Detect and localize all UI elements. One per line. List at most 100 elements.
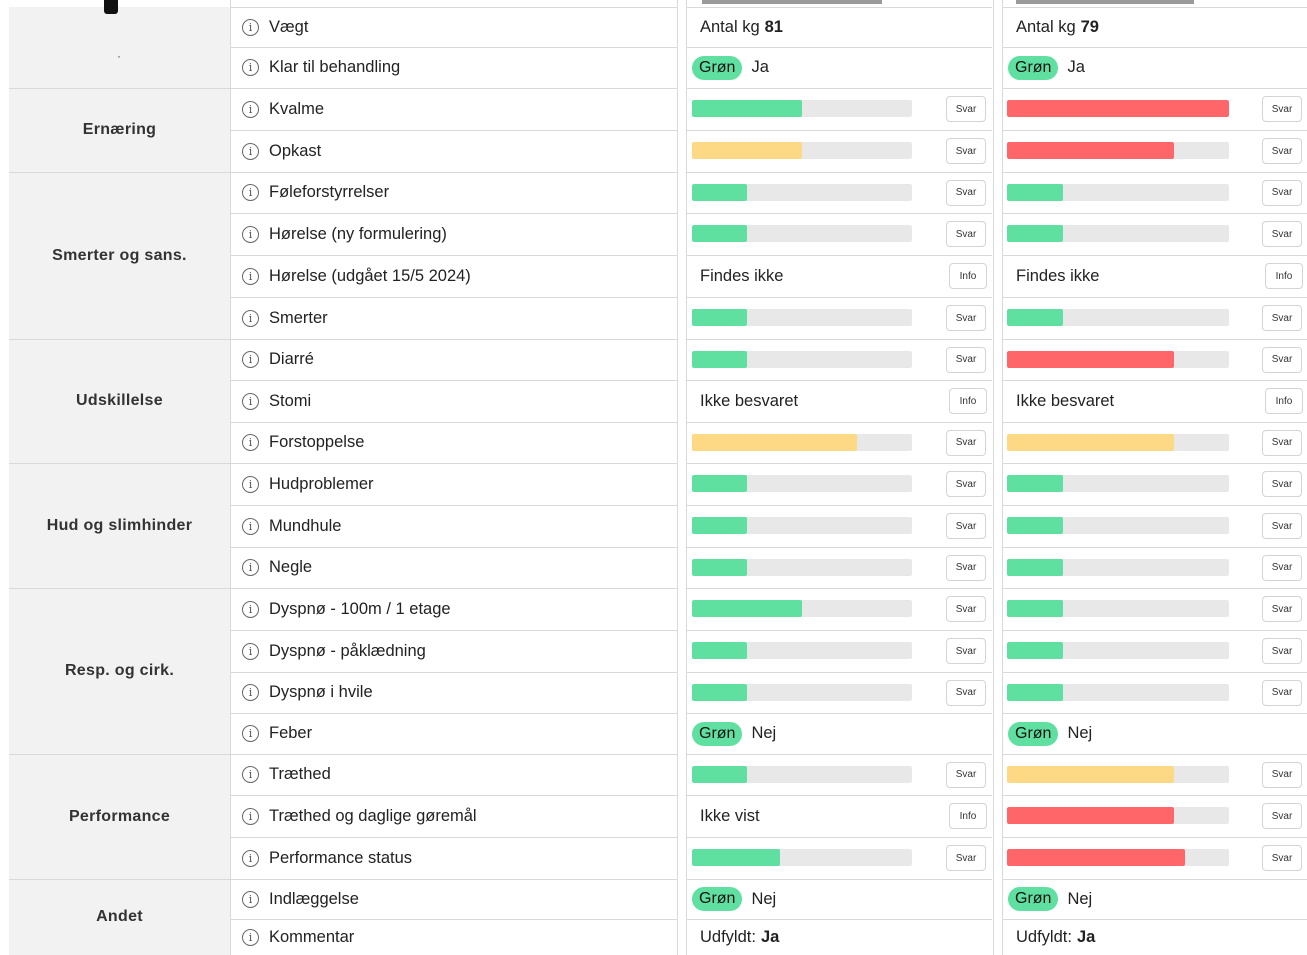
status-text: Ja [751, 58, 769, 76]
answer-button[interactable]: Svar [946, 471, 986, 497]
info-icon[interactable]: i [242, 351, 259, 368]
answer-button[interactable]: Svar [1262, 429, 1302, 456]
answer-button[interactable]: Svar [1262, 96, 1302, 122]
value-cell: Findes ikke [687, 255, 932, 297]
answer-button[interactable]: Svar [1262, 596, 1302, 622]
severity-bar [1007, 433, 1229, 451]
severity-bar [692, 517, 912, 534]
severity-bar-fill [692, 475, 747, 492]
row-divider [687, 213, 992, 214]
info-icon[interactable]: i [242, 225, 259, 243]
answer-button[interactable]: Svar [946, 761, 986, 788]
answer-button[interactable]: Svar [946, 638, 986, 664]
info-icon[interactable]: i [242, 517, 259, 535]
row-divider [687, 463, 992, 464]
status-badge: Grøn [1008, 721, 1059, 746]
value-cell: Udfyldt: Ja [687, 919, 932, 955]
info-icon[interactable]: i [242, 725, 259, 742]
info-icon[interactable]: i [242, 434, 259, 451]
row-label-cell: i Træthed [231, 754, 677, 795]
answer-button[interactable]: Svar [946, 346, 986, 373]
info-icon[interactable]: i [242, 392, 259, 410]
info-icon[interactable]: i [242, 142, 259, 160]
category-divider [9, 588, 230, 589]
answer-button[interactable]: Svar [946, 429, 986, 456]
info-button[interactable]: Info [949, 388, 987, 414]
row-label: Opkast [269, 141, 322, 160]
info-icon[interactable]: i [242, 18, 259, 36]
column-divider [1002, 0, 1003, 955]
row-label: Føleforstyrrelser [269, 183, 390, 201]
answer-button[interactable]: Svar [946, 679, 986, 706]
category-label: Ernæring [82, 121, 157, 138]
severity-bar-fill [1007, 100, 1229, 117]
info-icon[interactable]: i [242, 890, 259, 908]
value-prefix: Antal kg [1016, 17, 1076, 36]
answer-button[interactable]: Svar [1262, 305, 1302, 331]
weight-value: 79 [1080, 17, 1099, 36]
answer-button[interactable]: Svar [1262, 346, 1302, 373]
row-divider [687, 672, 992, 673]
info-icon[interactable]: i [242, 766, 259, 783]
info-icon[interactable]: i [242, 807, 259, 825]
answer-button[interactable]: Svar [946, 596, 986, 622]
info-button[interactable]: Info [1265, 263, 1303, 289]
status-badge: Grøn [692, 55, 743, 80]
row-label-cell: i Smerter [231, 297, 677, 339]
info-icon[interactable]: i [242, 642, 259, 660]
severity-bar [692, 683, 912, 701]
answer-button[interactable]: Svar [1262, 761, 1302, 788]
answer-button[interactable]: Svar [946, 305, 986, 331]
answer-button[interactable]: Svar [1262, 138, 1302, 164]
answer-button[interactable]: Svar [1262, 554, 1302, 581]
answer-button[interactable]: Svar [1262, 179, 1302, 206]
row-divider [1003, 130, 1307, 131]
answer-button[interactable]: Svar [1262, 513, 1302, 539]
severity-bar [692, 475, 912, 492]
answer-button[interactable]: Svar [946, 179, 986, 206]
answer-button[interactable]: Svar [1262, 679, 1302, 706]
info-button[interactable]: Info [949, 803, 987, 829]
row-divider [1003, 672, 1307, 673]
severity-bar [1007, 100, 1229, 117]
info-icon[interactable]: i [242, 267, 259, 285]
answer-button[interactable]: Svar [1262, 845, 1302, 871]
answer-button[interactable]: Svar [1262, 221, 1302, 247]
severity-bar-fill [1007, 517, 1063, 534]
category-label: Hud og slimhinder [46, 516, 193, 534]
info-button[interactable]: Info [949, 263, 987, 289]
severity-bar-fill [692, 183, 747, 201]
info-icon[interactable]: i [242, 309, 259, 327]
row-label-cell: i Mundhule [231, 505, 677, 547]
info-icon[interactable]: i [242, 600, 259, 618]
severity-bar-fill [692, 142, 802, 159]
info-icon[interactable]: i [242, 59, 259, 76]
category-divider [9, 463, 230, 464]
answer-button[interactable]: Svar [946, 138, 986, 164]
row-label: Performance status [269, 848, 413, 867]
info-icon[interactable]: i [242, 684, 259, 701]
info-icon[interactable]: i [242, 849, 259, 867]
info-icon[interactable]: i [242, 100, 259, 118]
answer-button[interactable]: Svar [946, 221, 986, 247]
category-divider [9, 88, 230, 89]
row-label-cell: i Dyspnø - 100m / 1 etage [231, 588, 677, 630]
answer-button[interactable]: Svar [946, 513, 986, 539]
severity-bar-fill [692, 683, 747, 701]
status-text: Findes ikke [1016, 266, 1100, 285]
answer-button[interactable]: Svar [946, 554, 986, 581]
info-icon[interactable]: i [242, 475, 259, 493]
answer-button[interactable]: Svar [946, 845, 986, 871]
value-cell: Grøn Ja [687, 47, 932, 88]
answer-button[interactable]: Svar [1262, 471, 1302, 497]
answer-button[interactable]: Svar [1262, 803, 1302, 829]
answer-button[interactable]: Svar [1262, 638, 1302, 664]
info-button[interactable]: Info [1265, 388, 1303, 414]
category-label: Andet [96, 908, 143, 925]
severity-bar-fill [692, 642, 747, 659]
info-icon[interactable]: i [242, 559, 259, 576]
answer-button[interactable]: Svar [946, 96, 986, 122]
info-icon[interactable]: i [242, 928, 259, 946]
status-badge: Grøn [692, 887, 743, 911]
info-icon[interactable]: i [242, 184, 259, 201]
